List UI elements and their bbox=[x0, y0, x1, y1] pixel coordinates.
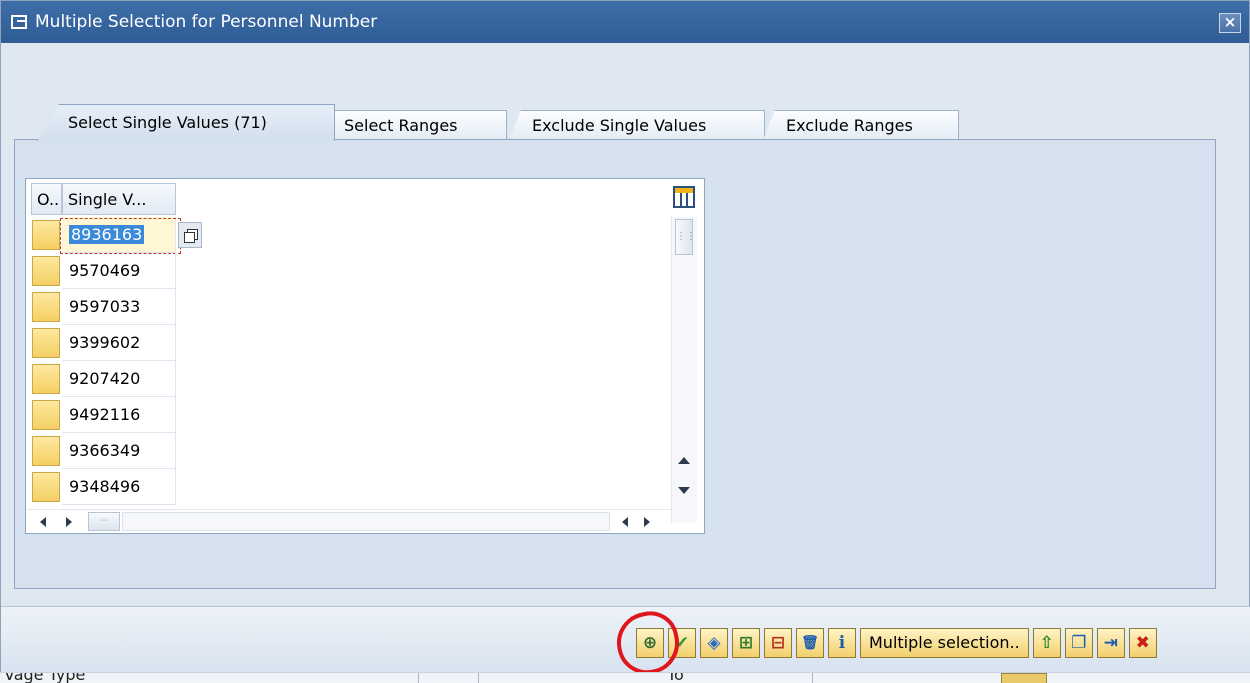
single-value-input[interactable]: 9207420 bbox=[62, 361, 176, 397]
paste-clipboard-icon: ⇥ bbox=[1103, 632, 1118, 653]
table-row: 9570469 bbox=[26, 253, 216, 289]
table-row: 8936163 bbox=[26, 217, 216, 254]
scroll-right-arrow-icon[interactable] bbox=[66, 517, 72, 527]
single-value-input[interactable]: 9597033 bbox=[62, 289, 176, 325]
table-row: 9492116 bbox=[26, 397, 216, 433]
horizontal-scroll-track[interactable] bbox=[122, 512, 610, 531]
insert-row-icon: ⊞ bbox=[738, 632, 754, 653]
table-row: 9348496 bbox=[26, 469, 216, 505]
table-row: 9399602 bbox=[26, 325, 216, 361]
upload-button[interactable]: ⇧ bbox=[1032, 628, 1061, 658]
single-value-input[interactable]: 9399602 bbox=[62, 325, 176, 361]
window-icon bbox=[11, 15, 27, 29]
field-separator bbox=[418, 673, 419, 683]
title-bar: Multiple Selection for Personnel Number … bbox=[1, 1, 1249, 43]
scroll-right-arrow-icon[interactable] bbox=[644, 517, 650, 527]
multiple-selection-button[interactable]: Multiple selection.. bbox=[860, 628, 1029, 658]
import-icon: ⊕ bbox=[642, 632, 658, 653]
single-value-input[interactable]: 9366349 bbox=[62, 433, 176, 469]
multiple-selection-dialog: Multiple Selection for Personnel Number … bbox=[0, 0, 1250, 673]
value-help-icon[interactable] bbox=[178, 222, 202, 248]
scroll-down-arrow-icon[interactable] bbox=[678, 487, 690, 494]
table-row: 9207420 bbox=[26, 361, 216, 397]
row-selector[interactable] bbox=[32, 472, 60, 502]
tab-select-single-values[interactable]: Select Single Values (71) bbox=[37, 104, 335, 141]
horizontal-scrollbar[interactable]: ⋯ bbox=[26, 509, 671, 533]
copy-button[interactable]: ❐ bbox=[1064, 628, 1093, 658]
delete-all-button[interactable]: 🗑 bbox=[796, 628, 824, 658]
row-selector[interactable] bbox=[32, 256, 60, 286]
execute-icon: ◈ bbox=[707, 632, 721, 653]
info-button[interactable]: i bbox=[828, 628, 856, 658]
vertical-scroll-thumb[interactable]: ⋮⋮ bbox=[675, 219, 696, 255]
dialog-footer: ⊕ ✔ ◈ ⊞ ⊟ 🗑 i Multiple selection.. ⇧ ❐ ⇥… bbox=[1, 606, 1250, 673]
close-button[interactable]: × bbox=[1219, 13, 1241, 33]
row-selector[interactable] bbox=[32, 400, 60, 430]
tab-exclude-single-values[interactable]: Exclude Single Values bbox=[509, 110, 765, 140]
scroll-left-arrow-icon[interactable] bbox=[622, 517, 628, 527]
single-value-input[interactable]: 9570469 bbox=[62, 253, 176, 289]
delete-row-button[interactable]: ⊟ bbox=[764, 628, 792, 658]
row-selector[interactable] bbox=[32, 220, 60, 250]
delete-row-icon: ⊟ bbox=[770, 632, 786, 653]
window-title: Multiple Selection for Personnel Number bbox=[35, 12, 378, 32]
paste-button[interactable]: ⇥ bbox=[1096, 628, 1125, 658]
table-settings-icon[interactable] bbox=[673, 186, 695, 208]
single-value-input[interactable]: 9492116 bbox=[62, 397, 176, 433]
background-to-label: To bbox=[667, 672, 684, 683]
row-selector[interactable] bbox=[32, 328, 60, 358]
horizontal-scroll-thumb[interactable]: ⋯ bbox=[88, 512, 120, 531]
field-separator bbox=[812, 673, 813, 683]
field-separator bbox=[478, 673, 479, 683]
dialog-toolbar: ⊕ ✔ ◈ ⊞ ⊟ 🗑 i Multiple selection.. ⇧ ❐ ⇥… bbox=[636, 628, 1157, 658]
info-icon: i bbox=[838, 632, 846, 653]
checkmark-icon: ✔ bbox=[674, 632, 690, 653]
tab-panel: O.. Single V... 8936163 9570469 9597033 … bbox=[14, 139, 1216, 589]
background-field-label: Vage Type bbox=[4, 672, 86, 683]
tab-select-ranges[interactable]: Select Ranges bbox=[321, 110, 507, 140]
cancel-icon: ✖ bbox=[1135, 632, 1150, 653]
single-value-input[interactable]: 9348496 bbox=[62, 469, 176, 505]
background-screen-row: Vage Type To bbox=[0, 672, 1250, 683]
background-multiple-selection-button[interactable] bbox=[1001, 673, 1047, 683]
execute-button[interactable]: ◈ bbox=[700, 628, 728, 658]
upload-icon: ⇧ bbox=[1039, 632, 1054, 653]
vertical-scrollbar[interactable]: ⋮⋮ bbox=[671, 217, 697, 523]
tab-exclude-ranges[interactable]: Exclude Ranges bbox=[763, 110, 959, 140]
column-header-single-value[interactable]: Single V... bbox=[62, 183, 176, 215]
row-selector[interactable] bbox=[32, 436, 60, 466]
copy-clipboard-icon: ❐ bbox=[1071, 632, 1087, 653]
insert-row-button[interactable]: ⊞ bbox=[732, 628, 760, 658]
scroll-up-arrow-icon[interactable] bbox=[678, 457, 690, 464]
table-row: 9597033 bbox=[26, 289, 216, 325]
cancel-button[interactable]: ✖ bbox=[1128, 628, 1157, 658]
values-grid: O.. Single V... 8936163 9570469 9597033 … bbox=[25, 178, 705, 534]
trash-icon: 🗑 bbox=[801, 635, 819, 651]
focus-frame bbox=[60, 218, 181, 254]
import-button[interactable]: ⊕ bbox=[636, 628, 664, 658]
column-header-option[interactable]: O.. bbox=[31, 183, 62, 215]
row-selector[interactable] bbox=[32, 292, 60, 322]
row-selector[interactable] bbox=[32, 364, 60, 394]
table-row: 9366349 bbox=[26, 433, 216, 469]
scroll-left-arrow-icon[interactable] bbox=[40, 517, 46, 527]
confirm-button[interactable]: ✔ bbox=[668, 628, 696, 658]
